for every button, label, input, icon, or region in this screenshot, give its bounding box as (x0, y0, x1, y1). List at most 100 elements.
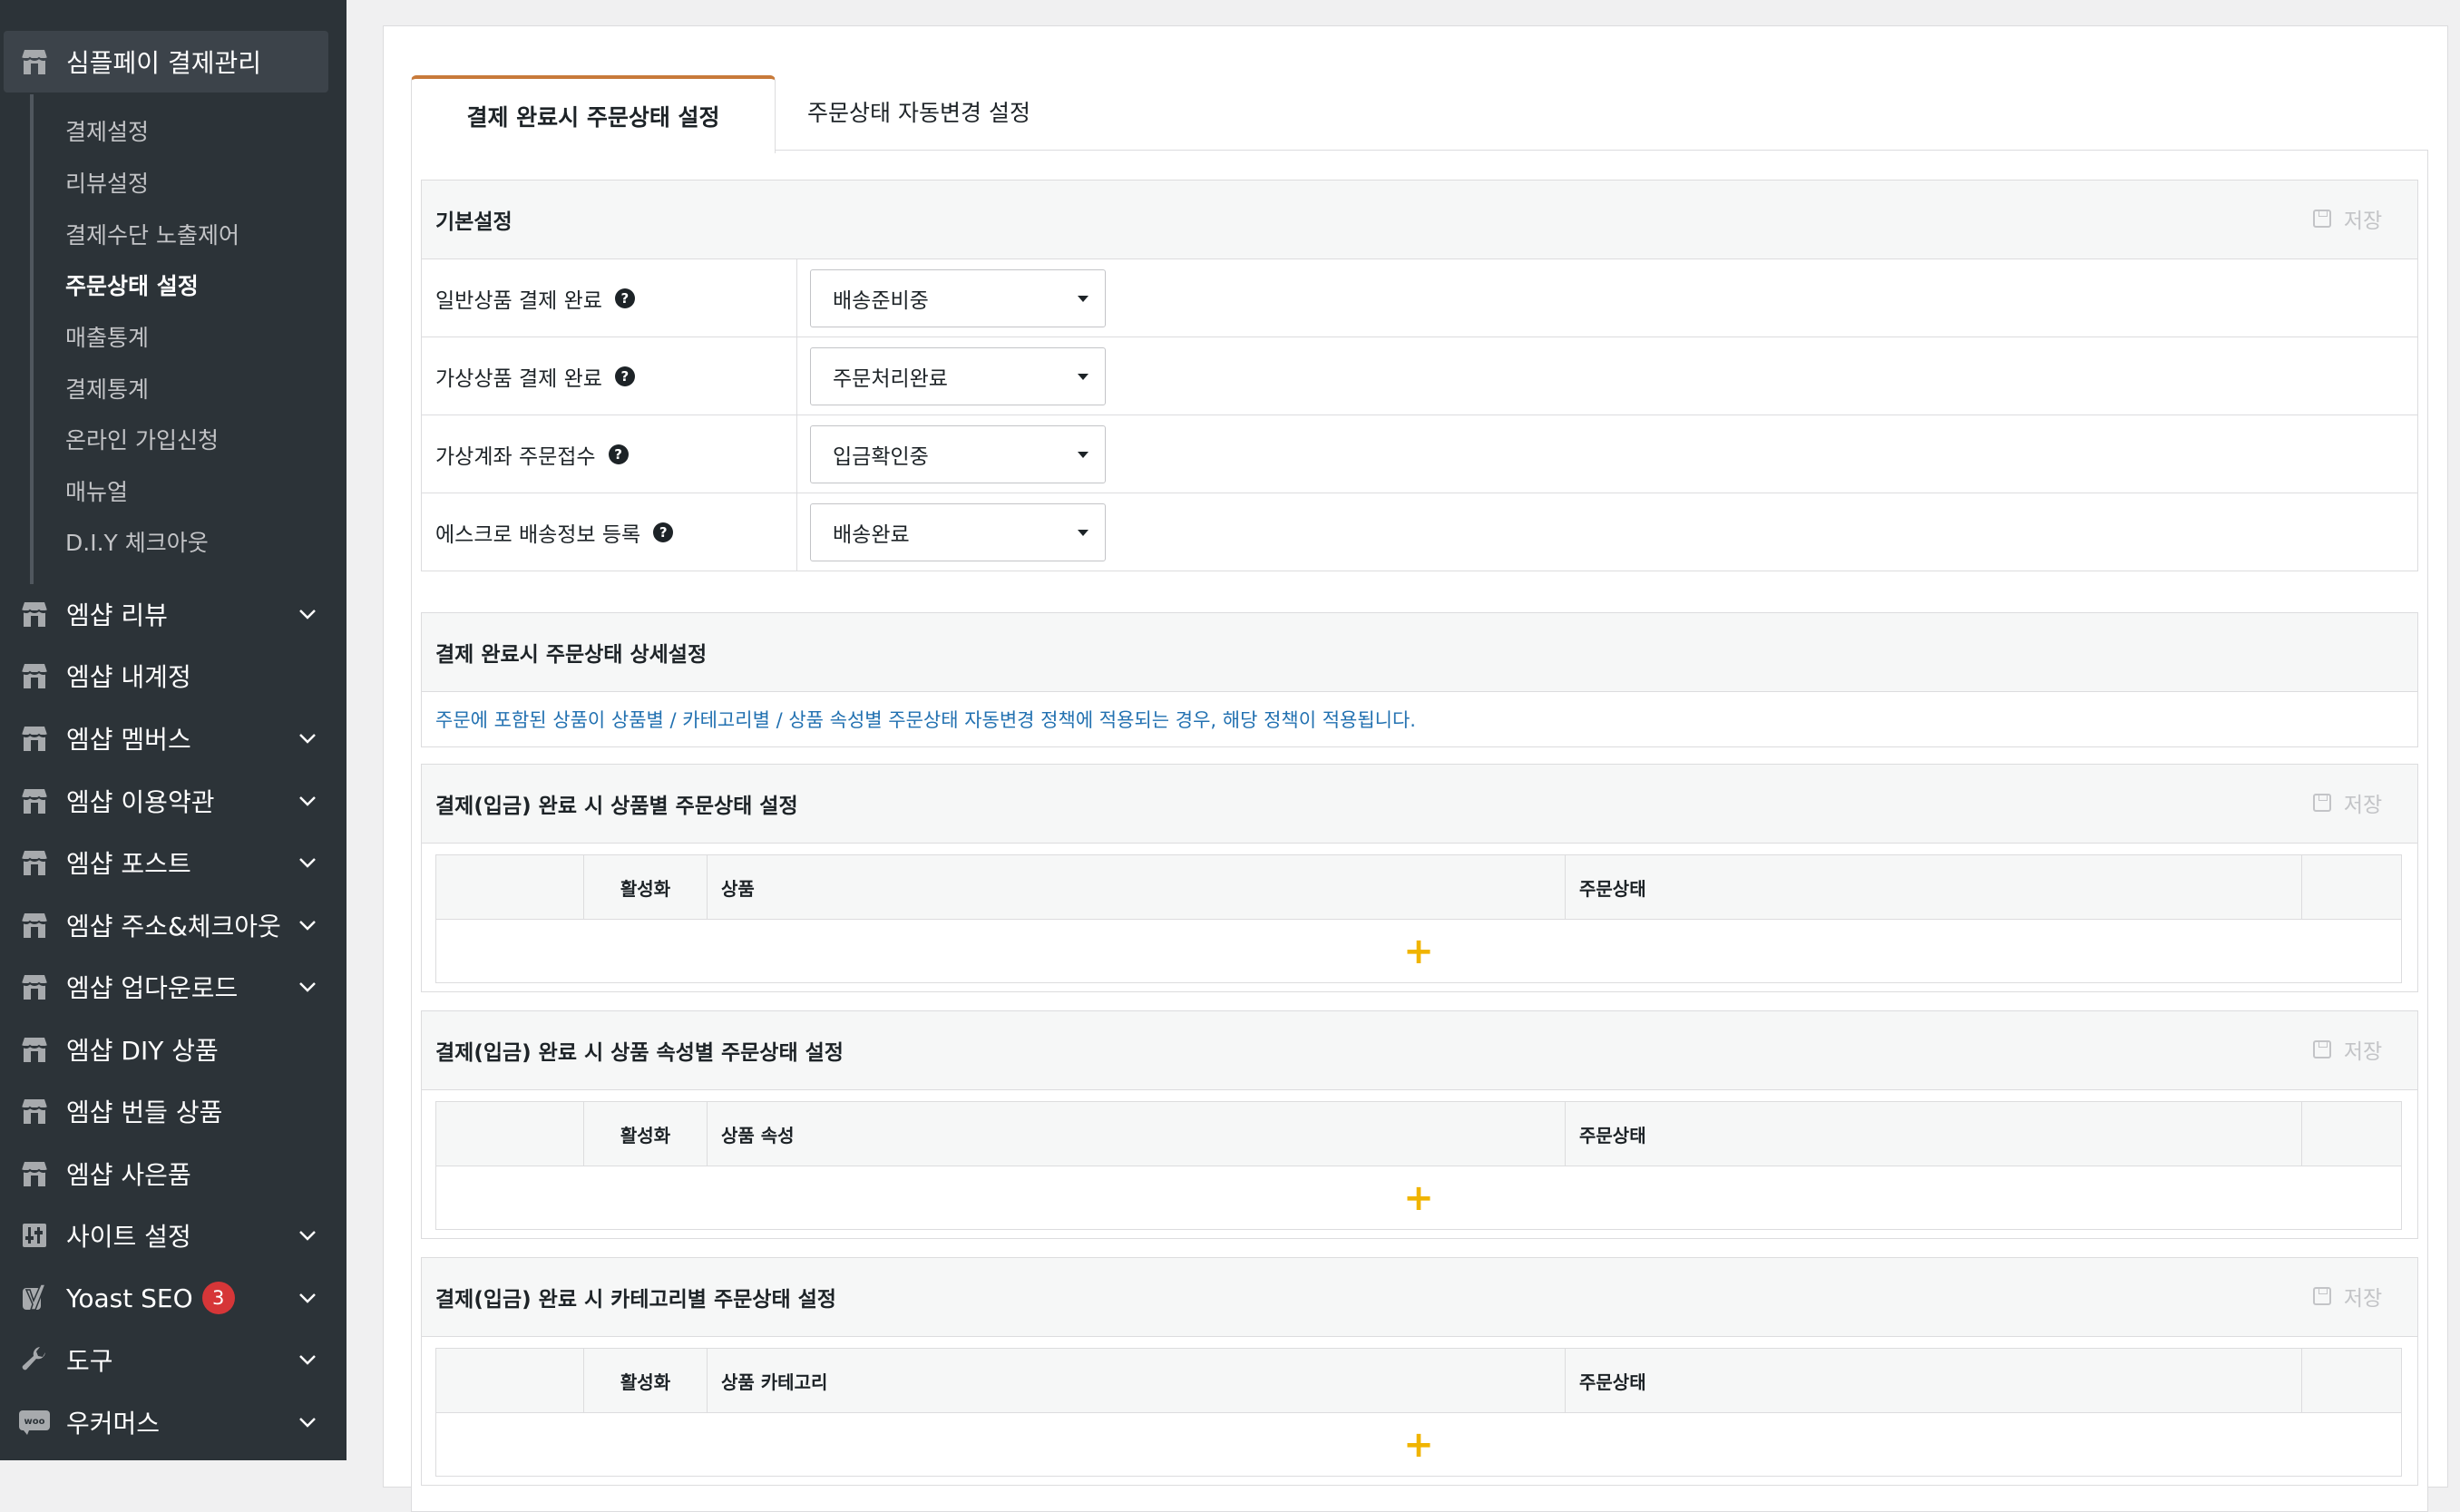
save-button[interactable]: 저장 (2290, 1024, 2405, 1075)
sliders-icon (18, 1219, 51, 1252)
attribute-status-section: 결제(입금) 완료 시 상품 속성별 주문상태 설정 저장 활성화 상품 속성 … (421, 1010, 2418, 1239)
add-rule-row: + (436, 1413, 2401, 1477)
tab-payment-complete-status[interactable]: 결제 완료시 주문상태 설정 (411, 75, 776, 153)
setting-label-text: 일반상품 결제 완료 (435, 288, 602, 313)
help-icon[interactable]: ? (614, 366, 635, 386)
virtual-account-status-select[interactable]: 입금확인중 (810, 424, 1106, 483)
sidebar-item-mshop-review[interactable]: 엠샵 리뷰 (0, 587, 347, 641)
store-icon (18, 45, 51, 78)
product-status-section: 결제(입금) 완료 시 상품별 주문상태 설정 저장 활성화 상품 주문상태 + (421, 764, 2418, 992)
select-value: 배송완료 (833, 522, 910, 547)
submenu-item-payment-method-visibility[interactable]: 결제수단 노출제어 (65, 216, 239, 252)
policy-notice: 주문에 포함된 상품이 상품별 / 카테고리별 / 상품 속성별 주문상태 자동… (435, 709, 1416, 731)
rule-table: 활성화 상품 주문상태 + (435, 854, 2402, 983)
section-title: 결제(입금) 완료 시 상품 속성별 주문상태 설정 (435, 1041, 844, 1065)
submenu-item-payment-stats[interactable]: 결제통계 (65, 370, 149, 406)
virtual-product-status-select[interactable]: 주문처리완료 (810, 346, 1106, 405)
sidebar-item-yoast-seo[interactable]: Yoast SEO 3 (0, 1271, 347, 1325)
submenu-item-sales-stats[interactable]: 매출통계 (65, 318, 149, 355)
submenu-item-manual[interactable]: 매뉴얼 (65, 473, 128, 509)
sidebar-item-mshop-terms[interactable]: 엠샵 이용약관 (0, 774, 347, 828)
help-icon[interactable]: ? (614, 288, 635, 308)
help-icon[interactable]: ? (653, 522, 674, 542)
sidebar-item-mshop-gift[interactable]: 엠샵 사은품 (0, 1146, 347, 1201)
sidebar-item-tools[interactable]: 도구 (0, 1332, 347, 1387)
chevron-down-icon[interactable] (295, 912, 320, 938)
chevron-down-icon[interactable] (295, 974, 320, 1000)
chevron-down-icon[interactable] (295, 601, 320, 627)
store-icon (18, 1033, 51, 1066)
column-header (2302, 855, 2402, 919)
sidebar-item-mshop-account[interactable]: 엠샵 내계정 (0, 649, 347, 703)
sidebar-item-woocommerce[interactable]: woo 우커머스 (0, 1395, 347, 1449)
plus-icon[interactable]: + (1403, 1427, 1434, 1463)
woo-icon: woo (18, 1406, 51, 1439)
submenu-item-diy-checkout[interactable]: D.I.Y 체크아웃 (65, 523, 209, 560)
table-header: 활성화 상품 속성 주문상태 (436, 1102, 2401, 1166)
sidebar-item-simplepay[interactable]: 심플페이 결제관리 (0, 34, 347, 89)
save-button[interactable]: 저장 (2290, 193, 2405, 244)
sidebar-item-label: 엠샵 내계정 (66, 662, 191, 692)
sidebar-item-mshop-post[interactable]: 엠샵 포스트 (0, 835, 347, 890)
notification-badge: 3 (201, 1282, 235, 1314)
submenu-item-online-signup[interactable]: 온라인 가입신청 (65, 421, 219, 457)
settings-panel: 결제 완료시 주문상태 설정 주문상태 자동변경 설정 기본설정 저장 일반상품… (383, 25, 2448, 1512)
plus-icon[interactable]: + (1403, 933, 1434, 970)
sidebar-item-mshop-address-checkout[interactable]: 엠샵 주소&체크아웃 (0, 898, 347, 952)
sidebar-item-label: 엠샵 사은품 (66, 1160, 191, 1190)
sidebar-item-label-text: Yoast SEO (66, 1283, 193, 1313)
submenu-item-review-settings[interactable]: 리뷰설정 (65, 164, 149, 200)
chevron-down-icon[interactable] (295, 850, 320, 875)
tab-auto-status-change[interactable]: 주문상태 자동변경 설정 (783, 75, 1055, 148)
save-button-label: 저장 (2343, 1040, 2383, 1064)
store-icon (18, 971, 51, 1003)
add-rule-row: + (436, 920, 2401, 983)
column-header (436, 1349, 584, 1412)
add-rule-row: + (436, 1166, 2401, 1230)
section-title: 기본설정 (435, 210, 512, 234)
caret-down-icon (1078, 529, 1088, 536)
store-icon (18, 1157, 51, 1190)
general-product-status-select[interactable]: 배송준비중 (810, 268, 1106, 327)
floppy-disk-icon (2312, 210, 2331, 228)
table-header: 활성화 상품 주문상태 (436, 855, 2401, 920)
help-icon[interactable]: ? (608, 444, 629, 464)
setting-row: 에스크로 배송정보 등록 ? 배송완료 (422, 493, 2417, 571)
sidebar-item-mshop-updownload[interactable]: 엠샵 업다운로드 (0, 960, 347, 1014)
floppy-disk-icon (2312, 1287, 2331, 1305)
chevron-down-icon[interactable] (295, 726, 320, 751)
sidebar-item-mshop-members[interactable]: 엠샵 멤버스 (0, 711, 347, 766)
submenu-item-order-status-settings[interactable]: 주문상태 설정 (65, 267, 199, 303)
chevron-down-icon[interactable] (295, 1223, 320, 1248)
store-icon (18, 659, 51, 692)
setting-label-text: 가상상품 결제 완료 (435, 366, 602, 391)
detail-settings-section: 결제 완료시 주문상태 상세설정 주문에 포함된 상품이 상품별 / 카테고리별… (421, 612, 2418, 747)
submenu-item-payment-settings[interactable]: 결제설정 (65, 112, 149, 149)
column-header (2302, 1349, 2402, 1412)
sidebar-item-mshop-bundle-product[interactable]: 엠샵 번들 상품 (0, 1084, 347, 1138)
chevron-down-icon[interactable] (295, 1285, 320, 1311)
chevron-down-icon[interactable] (295, 788, 320, 814)
section-header: 기본설정 저장 (422, 180, 2417, 259)
sidebar-item-mshop-diy-product[interactable]: 엠샵 DIY 상품 (0, 1022, 347, 1077)
column-header-enabled: 활성화 (584, 1102, 708, 1166)
tab-content: 기본설정 저장 일반상품 결제 완료 ? 배송준비중 가상상품 결제 완료 ? … (411, 150, 2428, 1512)
save-button[interactable]: 저장 (2290, 777, 2405, 828)
column-header (436, 855, 584, 919)
chevron-down-icon[interactable] (295, 1410, 320, 1435)
select-value: 배송준비중 (833, 288, 929, 313)
sidebar-item-label: 엠샵 DIY 상품 (66, 1036, 219, 1066)
store-icon (18, 846, 51, 879)
plus-icon[interactable]: + (1403, 1180, 1434, 1216)
column-header-attribute: 상품 속성 (708, 1102, 1566, 1166)
setting-row: 가상상품 결제 완료 ? 주문처리완료 (422, 337, 2417, 415)
save-button[interactable]: 저장 (2290, 1271, 2405, 1322)
section-title: 결제(입금) 완료 시 카테고리별 주문상태 설정 (435, 1288, 836, 1312)
section-header: 결제 완료시 주문상태 상세설정 (422, 613, 2417, 692)
store-icon (18, 722, 51, 755)
sidebar-item-site-settings[interactable]: 사이트 설정 (0, 1208, 347, 1263)
basic-settings-section: 기본설정 저장 일반상품 결제 완료 ? 배송준비중 가상상품 결제 완료 ? … (421, 180, 2418, 571)
escrow-status-select[interactable]: 배송완료 (810, 502, 1106, 561)
column-header-enabled: 활성화 (584, 1349, 708, 1412)
chevron-down-icon[interactable] (295, 1347, 320, 1372)
